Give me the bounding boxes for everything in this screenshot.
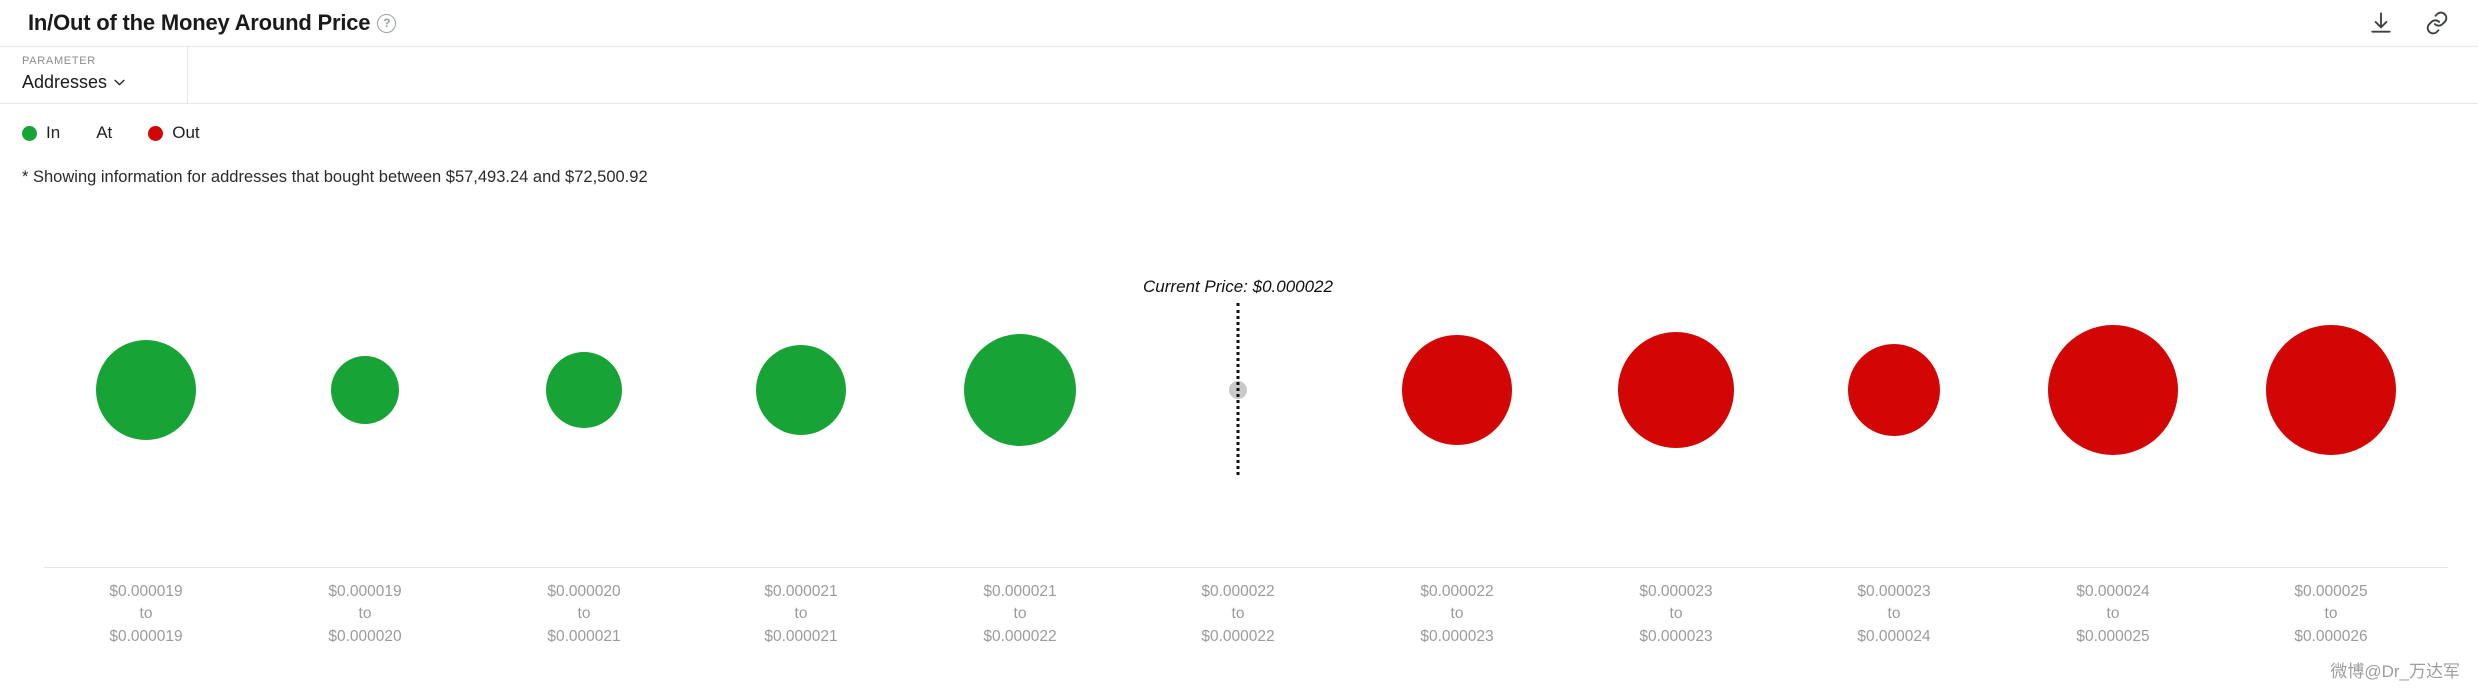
bubble-in-2[interactable] — [546, 352, 622, 428]
legend-label-at: At — [96, 123, 113, 142]
bubble-in-1[interactable] — [331, 356, 399, 424]
bubble-out-6[interactable] — [1402, 335, 1512, 445]
x-axis-line — [44, 567, 2448, 568]
x-axis-tick-8: $0.000023 to $0.000024 — [1857, 583, 1931, 645]
x-axis-tick-0: $0.000019 to $0.000019 — [109, 583, 183, 645]
legend-item-in[interactable]: In — [22, 123, 60, 143]
x-axis-tick-4: $0.000021 to $0.000022 — [983, 583, 1057, 645]
bubble-out-9[interactable] — [2048, 325, 2178, 455]
legend-dot-out — [148, 125, 164, 141]
chart-note: * Showing information for addresses that… — [22, 168, 648, 186]
legend-item-out[interactable]: Out — [148, 123, 200, 143]
x-axis-tick-3: $0.000021 to $0.000021 — [764, 583, 838, 645]
page-title: In/Out of the Money Around Price — [28, 10, 371, 35]
current-price-label: Current Price: $0.000022 — [1143, 277, 1333, 296]
parameter-bar: PARAMETER Addresses — [0, 47, 2478, 104]
x-axis-tick-1: $0.000019 to $0.000020 — [328, 583, 402, 645]
header-actions — [2368, 10, 2450, 36]
x-axis-tick-2: $0.000020 to $0.000021 — [547, 583, 621, 645]
chevron-down-icon — [114, 79, 125, 86]
chart-page: In/Out of the Money Around Price ? PARAM… — [0, 0, 2478, 688]
info-circle-icon[interactable]: ? — [377, 13, 397, 33]
x-axis-tick-6: $0.000022 to $0.000023 — [1420, 583, 1494, 645]
x-axis-tick-7: $0.000023 to $0.000023 — [1639, 583, 1713, 645]
x-axis-tick-9: $0.000024 to $0.000025 — [2076, 583, 2150, 645]
chart-legend: In At Out — [0, 104, 2478, 148]
bubble-chart: Current Price: $0.000022 $0.000019 to $0.0… — [0, 195, 2478, 645]
parameter-value[interactable]: Addresses — [22, 72, 165, 93]
watermark: 微博@Dr_万达军 — [2330, 662, 2460, 681]
legend-dot-in — [22, 125, 37, 141]
bubble-out-7[interactable] — [1618, 332, 1734, 448]
parameter-selector[interactable]: PARAMETER Addresses — [0, 47, 188, 104]
x-axis-tick-5: $0.000022 to $0.000022 — [1201, 583, 1275, 645]
bubble-in-4[interactable] — [964, 334, 1076, 446]
legend-item-at[interactable]: At — [96, 123, 112, 143]
legend-label-out: Out — [172, 123, 200, 142]
bubble-out-8[interactable] — [1848, 344, 1940, 436]
bubble-in-0[interactable] — [96, 340, 196, 440]
bubble-out-10[interactable] — [2266, 325, 2396, 455]
link-icon[interactable] — [2424, 10, 2450, 36]
panel-header: In/Out of the Money Around Price ? — [0, 0, 2478, 47]
bubble-in-3[interactable] — [756, 345, 846, 435]
current-price-line — [1236, 303, 1240, 475]
parameter-value-text: Addresses — [22, 72, 108, 92]
parameter-label: PARAMETER — [22, 55, 96, 67]
download-icon[interactable] — [2368, 10, 2394, 36]
x-axis-tick-10: $0.000025 to $0.000026 — [2294, 583, 2368, 645]
legend-label-in: In — [46, 123, 61, 142]
